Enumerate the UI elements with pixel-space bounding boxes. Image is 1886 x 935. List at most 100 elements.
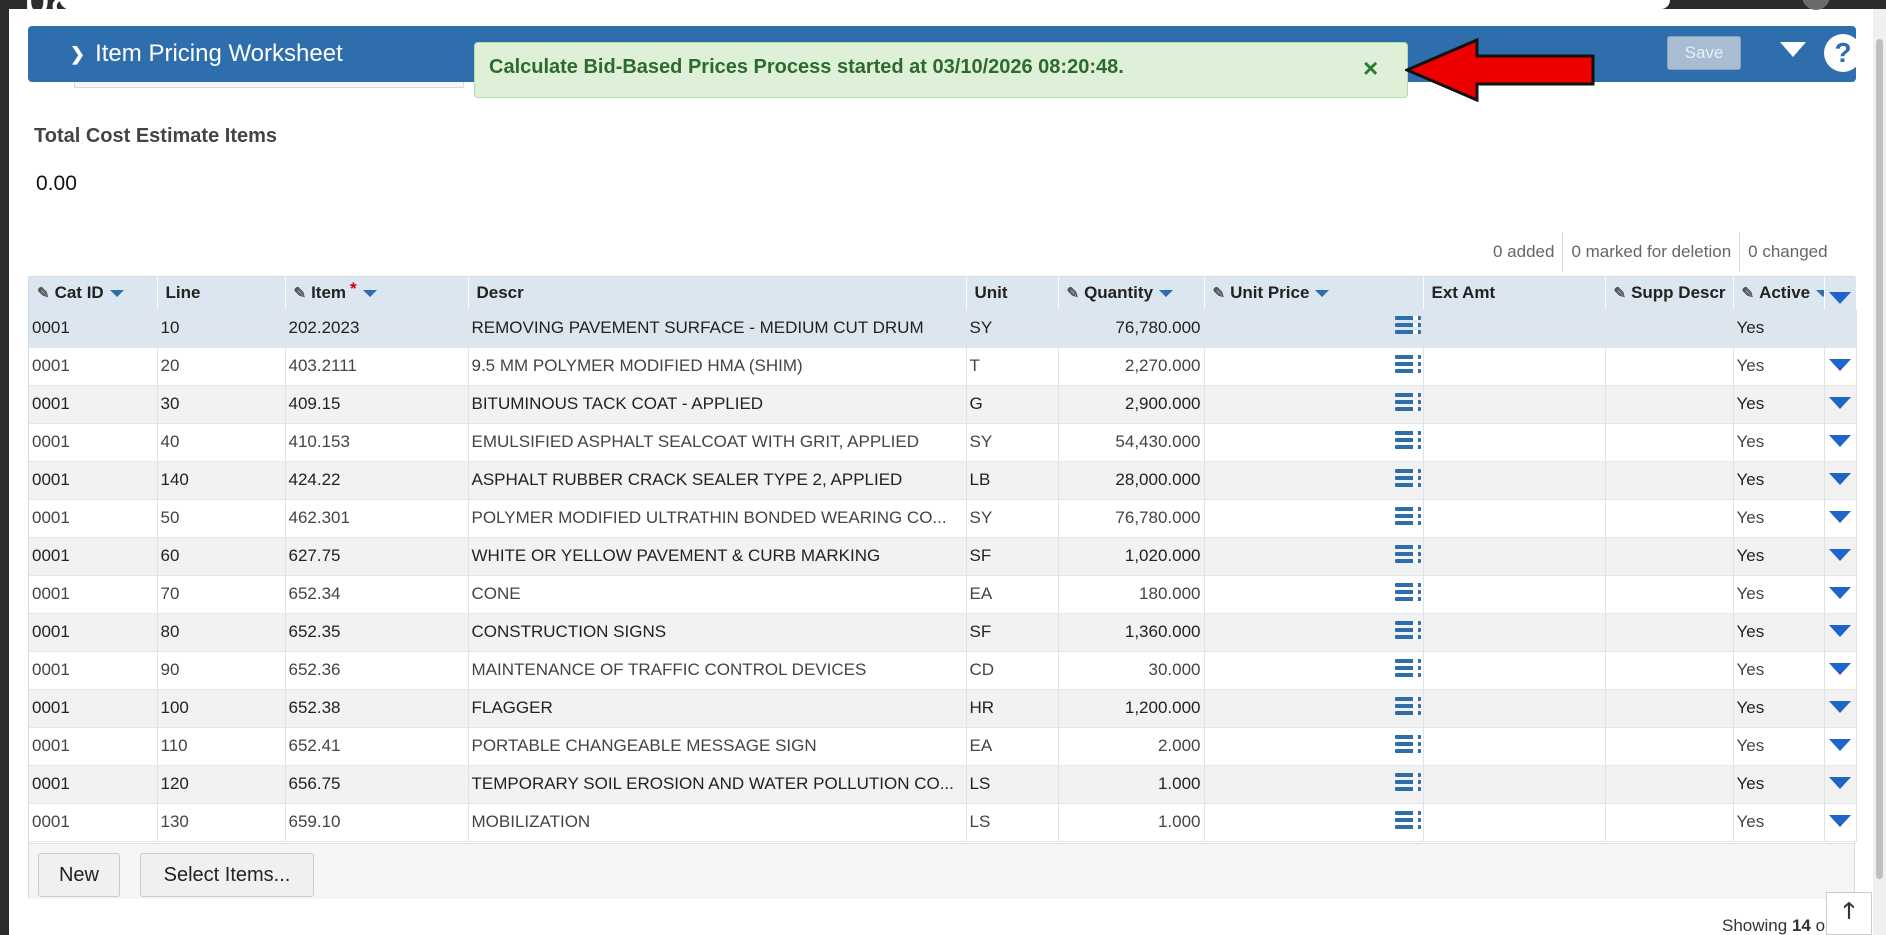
cell-active[interactable]: Yes [1733,461,1825,500]
table-row[interactable]: 0001 120 656.75 TEMPORARY SOIL EROSION AND … [29,765,1857,804]
cell-unit[interactable]: SF [966,537,1059,576]
arrow-up-icon[interactable]: 🡑 [1826,892,1872,935]
table-row[interactable]: 0001 80 652.35 CONSTRUCTION SIGNS SF 1,360.00… [29,613,1857,652]
cell-unit[interactable]: SF [966,613,1059,652]
cell-supp-descr[interactable] [1605,461,1734,500]
col-supp-descr[interactable]: ✎ Supp Descr [1605,277,1734,309]
cell-descr[interactable]: BITUMINOUS TACK COAT - APPLIED [468,385,967,424]
cell-quantity[interactable]: 1.000 [1058,765,1205,804]
cell-supp-descr[interactable] [1605,803,1734,842]
cell-unit[interactable]: G [966,385,1059,424]
cell-line[interactable]: 130 [157,803,286,842]
cell-unit[interactable]: EA [966,727,1059,766]
cell-quantity[interactable]: 76,780.000 [1058,499,1205,538]
cell-item[interactable]: 652.38 [285,689,469,728]
cell-cat-id[interactable]: 0001 [29,499,158,538]
cell-cat-id[interactable]: 0001 [29,423,158,462]
cell-item[interactable]: 652.35 [285,613,469,652]
cell-line[interactable]: 60 [157,537,286,576]
table-row[interactable]: 0001 60 627.75 WHITE OR YELLOW PAVEMENT & C… [29,537,1857,576]
cell-active[interactable]: Yes [1733,347,1825,386]
cell-quantity[interactable]: 2,900.000 [1058,385,1205,424]
cell-active[interactable]: Yes [1733,689,1825,728]
cell-active[interactable]: Yes [1733,499,1825,538]
cell-unit-price[interactable] [1204,385,1424,424]
table-row[interactable]: 0001 70 652.34 CONE EA 180.000 Yes [29,575,1857,614]
lookup-list-icon[interactable] [1394,429,1421,451]
cell-descr[interactable]: REMOVING PAVEMENT SURFACE - MEDIUM CUT D… [468,309,967,348]
cell-quantity[interactable]: 1,020.000 [1058,537,1205,576]
cell-unit-price[interactable] [1204,689,1424,728]
cell-line[interactable]: 90 [157,651,286,690]
row-menu-icon[interactable] [1829,625,1851,637]
cell-unit[interactable]: SY [966,309,1059,348]
cell-active[interactable]: Yes [1733,727,1825,766]
cell-unit-price[interactable] [1204,575,1424,614]
page-scrollbar[interactable] [1873,9,1886,935]
cell-cat-id[interactable]: 0001 [29,727,158,766]
col-unit[interactable]: Unit [966,277,1059,309]
lookup-list-icon[interactable] [1394,353,1421,375]
cell-unit-price[interactable] [1204,309,1424,348]
sort-desc-icon[interactable] [1816,290,1823,298]
lookup-list-icon[interactable] [1394,657,1421,679]
cell-unit-price[interactable] [1204,613,1424,652]
table-row[interactable]: 0001 130 659.10 MOBILIZATION LS 1.000 Yes [29,803,1857,842]
cell-unit-price[interactable] [1204,651,1424,690]
table-row[interactable]: 0001 10 202.2023 REMOVING PAVEMENT SURFACE … [29,309,1857,348]
cell-supp-descr[interactable] [1605,613,1734,652]
sort-desc-icon[interactable] [362,290,377,298]
cell-row-menu[interactable] [1824,689,1857,728]
lookup-list-icon[interactable] [1394,391,1421,413]
row-menu-icon[interactable] [1829,435,1851,447]
cell-unit-price[interactable] [1204,727,1424,766]
cell-quantity[interactable]: 28,000.000 [1058,461,1205,500]
cell-row-menu[interactable] [1824,537,1857,576]
cell-active[interactable]: Yes [1733,613,1825,652]
cell-quantity[interactable]: 2.000 [1058,727,1205,766]
col-menu[interactable] [1824,277,1857,309]
cell-unit[interactable]: LB [966,461,1059,500]
cell-quantity[interactable]: 180.000 [1058,575,1205,614]
cell-unit-price[interactable] [1204,347,1424,386]
cell-cat-id[interactable]: 0001 [29,651,158,690]
cell-unit[interactable]: T [966,347,1059,386]
cell-item[interactable]: 462.301 [285,499,469,538]
cell-active[interactable]: Yes [1733,765,1825,804]
col-active[interactable]: ✎ Active [1733,277,1825,309]
cell-descr[interactable]: 9.5 MM POLYMER MODIFIED HMA (SHIM) [468,347,967,386]
cell-item[interactable]: 627.75 [285,537,469,576]
cell-cat-id[interactable]: 0001 [29,347,158,386]
cell-supp-descr[interactable] [1605,309,1734,348]
cell-supp-descr[interactable] [1605,537,1734,576]
lookup-list-icon[interactable] [1394,771,1421,793]
cell-unit-price[interactable] [1204,461,1424,500]
cell-line[interactable]: 100 [157,689,286,728]
cell-descr[interactable]: MOBILIZATION [468,803,967,842]
cell-supp-descr[interactable] [1605,385,1734,424]
cell-item[interactable]: 409.15 [285,385,469,424]
cell-line[interactable]: 110 [157,727,286,766]
cell-cat-id[interactable]: 0001 [29,461,158,500]
cell-quantity[interactable]: 1,360.000 [1058,613,1205,652]
row-menu-icon[interactable] [1829,587,1851,599]
sort-desc-icon[interactable] [1159,290,1174,298]
cell-active[interactable]: Yes [1733,803,1825,842]
cell-unit[interactable]: SY [966,423,1059,462]
cell-descr[interactable]: EMULSIFIED ASPHALT SEALCOAT WITH GRIT, A… [468,423,967,462]
cell-active[interactable]: Yes [1733,423,1825,462]
table-row[interactable]: 0001 90 652.36 MAINTENANCE OF TRAFFIC CONTR… [29,651,1857,690]
cell-line[interactable]: 70 [157,575,286,614]
cell-cat-id[interactable]: 0001 [29,765,158,804]
cell-cat-id[interactable]: 0001 [29,689,158,728]
cell-supp-descr[interactable] [1605,651,1734,690]
cell-supp-descr[interactable] [1605,765,1734,804]
table-row[interactable]: 0001 20 403.2111 9.5 MM POLYMER MODIFIED HM… [29,347,1857,386]
row-menu-icon[interactable] [1829,739,1851,751]
cell-row-menu[interactable] [1824,385,1857,424]
cell-supp-descr[interactable] [1605,727,1734,766]
table-row[interactable]: 0001 100 652.38 FLAGGER HR 1,200.000 Yes [29,689,1857,728]
cell-line[interactable]: 50 [157,499,286,538]
cell-row-menu[interactable] [1824,613,1857,652]
cell-active[interactable]: Yes [1733,385,1825,424]
